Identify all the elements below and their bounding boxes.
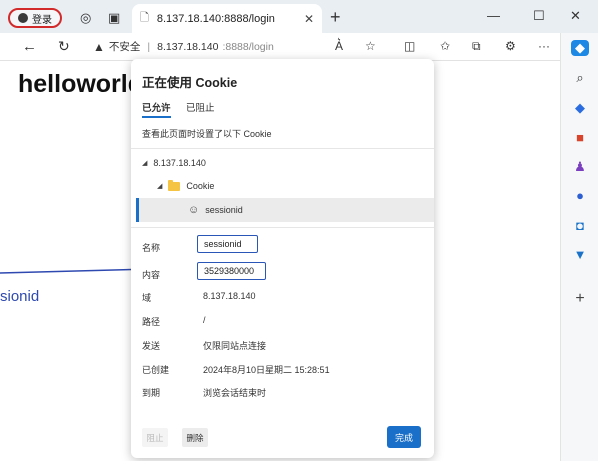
refresh-icon[interactable]: ↻ (58, 38, 70, 55)
expand-triangle-icon[interactable]: ◢ (142, 159, 147, 167)
send-icon[interactable]: ▼ (571, 247, 589, 263)
address-separator: | (147, 40, 151, 53)
maximize-icon[interactable]: ☐ (533, 8, 545, 24)
field-value-created: 2024年8月10日星期二 15:28:51 (203, 365, 330, 375)
new-tab-button[interactable]: + (330, 7, 341, 28)
outlook-icon[interactable]: ◘ (571, 218, 589, 234)
field-label-created: 已创建 (142, 365, 170, 375)
profile-label: 登录 (32, 14, 52, 26)
tools-icon[interactable]: ■ (571, 130, 589, 146)
tree-folder-label: Cookie (186, 181, 215, 191)
selection-indicator (136, 198, 139, 222)
split-screen-icon[interactable]: ◫ (404, 39, 415, 53)
popup-title: 正在使用 Cookie (142, 76, 238, 90)
tree-site-label: 8.137.18.140 (153, 158, 206, 168)
insecure-label: 不安全 (108, 41, 141, 53)
tree-site-row[interactable]: ◢ 8.137.18.140 (142, 158, 206, 168)
collections-icon[interactable]: ⧉ (472, 39, 481, 54)
page-heading: helloworld (18, 70, 133, 98)
close-window-icon[interactable]: ✕ (570, 8, 581, 24)
cookie-icon: ☺ (188, 204, 200, 216)
field-value-expires: 浏览会话结束时 (203, 388, 267, 398)
close-tab-icon[interactable]: ✕ (304, 12, 314, 26)
extensions-icon[interactable]: ⚙ (505, 39, 516, 53)
divider (131, 148, 434, 149)
field-label-content: 内容 (142, 270, 161, 280)
games-icon[interactable]: ♟ (571, 159, 589, 175)
tree-cookie-row[interactable]: ☺ sessionid (136, 198, 434, 222)
shopping-tag-icon[interactable]: ◆ (571, 100, 589, 116)
field-label-domain: 域 (142, 293, 152, 303)
block-button[interactable]: 阻止 (142, 428, 168, 447)
expand-triangle-icon[interactable]: ◢ (157, 182, 162, 190)
address-path: :8888/login (222, 40, 274, 53)
address-field[interactable]: ▲ 不安全 | 8.137.18.140:8888/login (93, 37, 303, 56)
add-app-icon[interactable]: + (571, 291, 589, 307)
search-icon[interactable]: ⌕ (571, 70, 589, 86)
more-menu-icon[interactable]: ··· (538, 39, 550, 53)
edge-sidebar: ◆ ⌕ ◆ ■ ♟ ● ◘ ▼ + (560, 33, 598, 461)
field-value-domain: 8.137.18.140 (203, 291, 256, 301)
annotation-text: sionid (0, 288, 40, 305)
remove-button[interactable]: 删除 (182, 428, 208, 447)
workspaces-icon[interactable]: ◎ (80, 10, 91, 26)
read-aloud-icon[interactable]: A͛ (335, 39, 343, 53)
minimize-icon[interactable]: — (487, 8, 500, 23)
field-label-expires: 到期 (142, 388, 161, 398)
tree-cookie-label: sessionid (205, 205, 243, 215)
tree-cookie-item: ☺ sessionid (188, 204, 243, 216)
copilot-icon[interactable]: ◆ (571, 40, 589, 56)
favorite-star-icon[interactable]: ☆ (365, 39, 376, 53)
page-icon: 🗋 (140, 12, 149, 24)
done-button[interactable]: 完成 (387, 426, 421, 448)
folder-icon (168, 179, 181, 191)
tab-actions-icon[interactable]: ▣ (108, 10, 120, 26)
tab-allowed[interactable]: 已允许 (142, 100, 171, 118)
tab-blocked[interactable]: 已阻止 (186, 100, 215, 114)
tab-title: 8.137.18.140:8888/login (156, 12, 275, 25)
active-tab[interactable]: 🗋 8.137.18.140:8888/login ✕ (132, 4, 322, 33)
warning-icon[interactable]: ▲ (93, 40, 105, 54)
profile-button[interactable]: 登录 (8, 8, 62, 28)
field-value-name: sessionid (197, 235, 258, 253)
address-host: 8.137.18.140 (157, 40, 219, 53)
field-value-path: / (203, 315, 206, 325)
field-label-name: 名称 (142, 243, 161, 253)
user-icon (18, 13, 28, 23)
field-value-content: 3529380000 (197, 262, 266, 280)
back-icon[interactable]: ← (22, 38, 37, 55)
field-label-send: 发送 (142, 341, 161, 351)
tab-bar: 登录 ◎ ▣ 🗋 8.137.18.140:8888/login ✕ + — ☐… (0, 0, 598, 33)
field-value-send: 仅限同站点连接 (203, 341, 267, 351)
divider (131, 227, 434, 228)
cookie-popup: 正在使用 Cookie 已允许 已阻止 查看此页面时设置了以下 Cookie ◢… (131, 59, 434, 458)
favorites-icon[interactable]: ✩ (440, 39, 450, 53)
popup-description: 查看此页面时设置了以下 Cookie (142, 129, 272, 139)
tree-folder-row[interactable]: ◢ Cookie (157, 179, 215, 191)
m365-icon[interactable]: ● (571, 188, 589, 204)
field-label-path: 路径 (142, 317, 161, 327)
address-bar-row: ← ↻ ▲ 不安全 | 8.137.18.140:8888/login A͛ ☆… (0, 33, 560, 61)
